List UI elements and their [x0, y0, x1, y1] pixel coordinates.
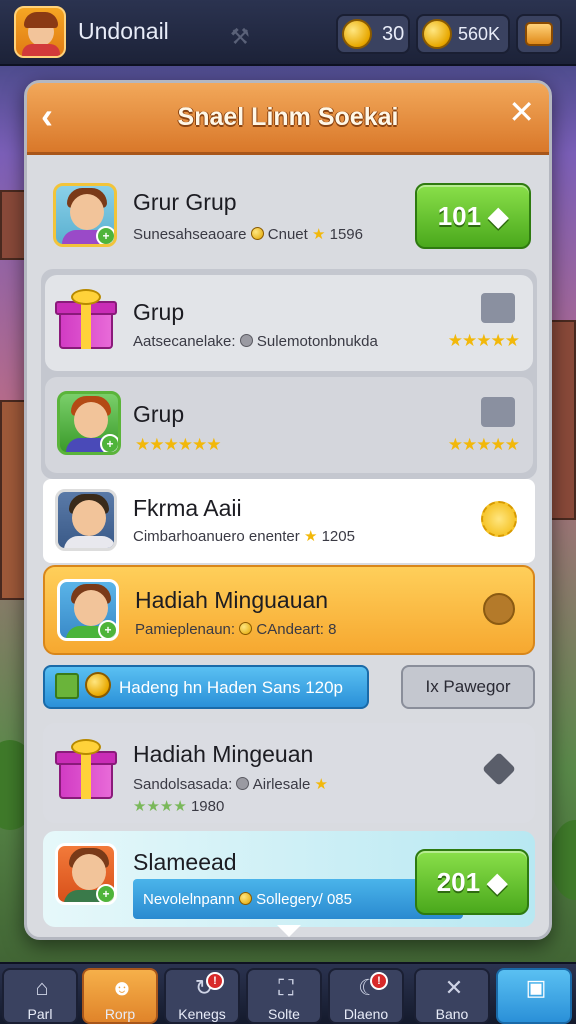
rating-stars: ★★★★★ [447, 331, 520, 350]
home-icon: ⌂ [35, 975, 49, 1000]
coin-count-1: 30 [382, 22, 405, 45]
chest-icon: ▣ [525, 975, 547, 1000]
shop-icon: ⛶ [278, 975, 294, 1000]
list-item[interactable]: + Slameead Nevolelnpann Sollegery/ 085 2… [43, 831, 535, 927]
nav-profile[interactable]: ☻ Rorp [82, 968, 158, 1024]
row-subtitle: Sunesahseaoare Cnuet ★ 1596 [133, 226, 363, 243]
add-icon: + [96, 226, 114, 244]
star-icon: ★ [314, 776, 328, 793]
gift-small-icon [55, 673, 79, 699]
row-subtitle: Cimbarhoanuero enenter ★ 1205 [133, 528, 355, 545]
panel-title: Snael Linm Soekai [177, 103, 399, 131]
row-subtitle: Nevolelnpann Sollegery/ 085 [143, 891, 352, 908]
add-icon: + [96, 884, 114, 902]
row-subtitle: Sandolsasada: Airlesale ★ [133, 776, 328, 793]
status-dot-icon[interactable] [483, 593, 515, 625]
close-button[interactable]: ✕ [508, 93, 535, 131]
nav-tools[interactable]: ✕ Bano [414, 968, 490, 1024]
price-button[interactable]: 201 ◆ [415, 849, 529, 915]
star-icon: ★ [303, 528, 318, 545]
house-icon [481, 293, 515, 323]
player-avatar[interactable] [14, 6, 66, 58]
list-item[interactable]: Grup Aatsecanelake: Sulemotonbnukda ★★★★… [45, 275, 533, 371]
hammer-icon[interactable]: ⚒ [230, 24, 250, 50]
add-icon: + [98, 620, 116, 638]
row-rating: ★★★★ 1980 [133, 798, 225, 815]
house-icon [481, 397, 515, 427]
gift-icon [55, 289, 117, 351]
avatar: + [55, 843, 117, 905]
price-button[interactable]: 101 ◆ [415, 183, 531, 249]
nav-refresh[interactable]: ↻ ! Kenegs [164, 968, 240, 1024]
gray-coin-icon [236, 777, 250, 790]
secondary-button[interactable]: Ix Pawegor [401, 665, 535, 709]
chest-icon [525, 22, 553, 46]
coin-icon [239, 622, 253, 635]
coin-counter-2[interactable]: 560K [416, 14, 510, 54]
row-title: Hadiah Minguauan [135, 587, 329, 613]
rating-stars: ★★★★ [133, 798, 187, 815]
rating-stars: ★★★★★★ [135, 435, 221, 454]
panel-header: ‹ Snael Linm Soekai ✕ [27, 83, 549, 155]
banner-text: Hadeng hn Haden Sans 120p [119, 678, 344, 697]
notification-badge: ! [206, 972, 224, 990]
promo-banner[interactable]: Hadeng hn Haden Sans 120p [43, 665, 369, 709]
row-subtitle: Pamieplenaun: CAndeart: 8 [135, 621, 337, 638]
row-title: Slameead [133, 849, 237, 875]
player-name: Undonail [78, 18, 169, 44]
nav-moon[interactable]: ☾ ! Dlaeno [328, 968, 404, 1024]
scroll-down-indicator[interactable] [277, 925, 301, 937]
row-title: Grur Grup [133, 189, 237, 215]
chest-menu-button[interactable] [516, 14, 562, 54]
list-item[interactable]: + Hadiah Minguauan Pamieplenaun: CAndear… [43, 565, 535, 655]
coin-counter-1[interactable]: 30 [336, 14, 410, 54]
group-panel: ‹ Snael Linm Soekai ✕ + Grur Grup Sunesa… [24, 80, 552, 940]
diamond-icon [482, 752, 516, 786]
avatar: + [57, 391, 121, 455]
top-bar: Undonail ⚒ 30 560K [0, 0, 576, 66]
row-title: Hadiah Mingeuan [133, 741, 314, 767]
coin-icon [422, 19, 452, 49]
avatar: + [57, 579, 119, 641]
coin-icon [342, 19, 372, 49]
row-subtitle: Aatsecanelake: Sulemotonbnukda [133, 333, 378, 350]
sun-icon [481, 501, 517, 537]
bottom-nav: ⌂ Parl ☻ Rorp ↻ ! Kenegs ⛶ Solte ☾ ! Dla… [0, 962, 576, 1024]
avatar [55, 489, 117, 551]
tools-icon: ✕ [444, 975, 464, 1000]
close-icon: ✕ [508, 94, 535, 130]
nav-shop[interactable]: ⛶ Solte [246, 968, 322, 1024]
rating-stars: ★★★★★ [447, 435, 520, 454]
add-icon: + [100, 434, 118, 452]
nav-chest[interactable]: ▣ [496, 968, 572, 1024]
notification-badge: ! [370, 972, 388, 990]
list-item[interactable]: Fkrma Aaii Cimbarhoanuero enenter ★ 1205 [43, 479, 535, 563]
row-title: Fkrma Aaii [133, 495, 242, 521]
coin-count-2: 560K [458, 23, 501, 44]
gift-icon [55, 739, 117, 801]
row-title: Grup [133, 299, 185, 325]
star-icon: ★ [311, 226, 326, 243]
list-item[interactable]: + Grur Grup Sunesahseaoare Cnuet ★ 1596 … [41, 169, 535, 263]
avatar: + [53, 183, 117, 247]
coin-icon [85, 672, 111, 698]
gray-coin-icon [239, 334, 253, 347]
list-item[interactable]: + Grup ★★★★★★ ★★★★★ [45, 377, 533, 473]
coin-icon [238, 892, 252, 905]
nav-home[interactable]: ⌂ Parl [2, 968, 78, 1024]
list-item[interactable]: Hadiah Mingeuan Sandolsasada: Airlesale … [43, 723, 535, 823]
coin-icon [250, 227, 264, 240]
profile-icon: ☻ [110, 975, 134, 1000]
row-title: Grup [133, 401, 185, 427]
